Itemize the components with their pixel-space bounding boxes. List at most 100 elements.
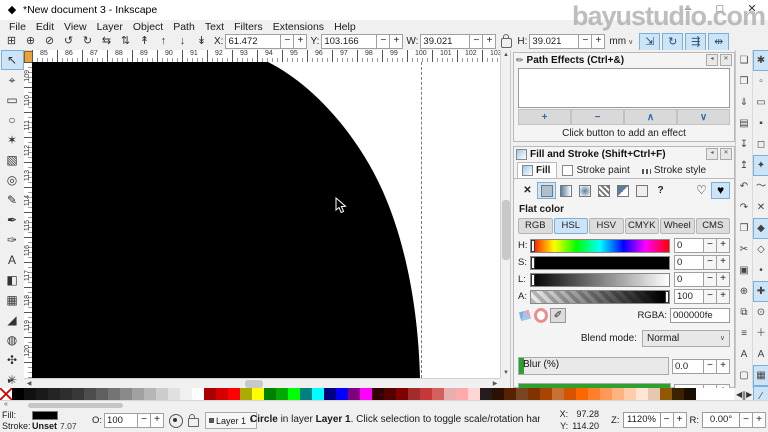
palette-swatch[interactable] [300,388,312,400]
palette-swatch[interactable] [636,388,648,400]
pencil-tool[interactable]: ✎ [1,190,24,210]
w-plus-button[interactable]: + [483,34,496,49]
move-effect-down-button[interactable]: ∨ [677,109,730,125]
snap-grid-toggle[interactable]: ▦ [753,365,768,386]
slider-value[interactable]: 100 [674,289,704,304]
palette-scroll-left-icon[interactable]: ◀ [736,390,742,399]
effect-list[interactable] [518,68,730,108]
palette-scroll-right-icon[interactable]: ▶ [746,390,752,399]
snap-paths-toggle[interactable]: 〜 [753,176,768,197]
snap-nodes-toggle[interactable]: ✦ [753,155,768,176]
selector-tool[interactable]: ↖ [1,50,24,70]
palette-swatch[interactable] [36,388,48,400]
zoom-plus-button[interactable]: + [674,412,687,428]
clone-button[interactable]: ≡ [736,323,753,344]
x-minus-button[interactable]: − [281,34,294,49]
text-dialog-button[interactable]: A [736,344,753,365]
palette-swatch[interactable] [372,388,384,400]
menu-item[interactable]: Path [168,21,200,33]
save-document-button[interactable]: ⇓ [736,92,753,113]
slider-value[interactable]: 0 [674,238,704,253]
lower-to-bottom-button[interactable]: ↡ [192,34,211,49]
menu-item[interactable]: Extensions [268,21,329,33]
title-bar[interactable]: ◆ *New document 3 - Inkscape –□✕ [0,0,768,21]
slider-minus-button[interactable]: − [704,238,717,253]
open-document-button[interactable]: ❒ [736,71,753,92]
palette-swatch[interactable] [432,388,444,400]
palette-swatch[interactable] [672,388,684,400]
snap-rotation-centers-toggle[interactable]: ＋ [753,323,768,344]
lock-ratio-icon[interactable] [501,38,512,48]
palette-swatch[interactable] [252,388,264,400]
deselect-button[interactable]: ⊘ [40,34,59,49]
tab-stroke-paint[interactable]: Stroke paint [557,162,636,178]
export-button[interactable]: ↥ [736,155,753,176]
menu-item[interactable]: Layer [92,21,128,33]
menu-item[interactable]: Filters [229,21,268,33]
tab-wheel[interactable]: Wheel [660,218,695,234]
palette-swatch[interactable] [480,388,492,400]
palette-swatch[interactable] [108,388,120,400]
snap-bbox-corners-toggle[interactable]: ▪ [753,113,768,134]
palette-swatch[interactable] [564,388,576,400]
blur-slider[interactable]: Blur (%) [518,357,669,375]
rotation-minus-button[interactable]: − [740,412,753,428]
palette-swatch[interactable] [216,388,228,400]
redo-button[interactable]: ↷ [736,197,753,218]
palette-swatch[interactable] [648,388,660,400]
rotation-plus-button[interactable]: + [753,412,766,428]
blur-value[interactable]: 0.0 [672,359,704,374]
palette-swatch[interactable] [228,388,240,400]
x-plus-button[interactable]: + [294,34,307,49]
color-managed-icon[interactable] [518,309,532,322]
close-button[interactable]: ✕ [736,0,768,19]
tweak-tool[interactable]: ✣ [1,350,24,370]
dock-close-button[interactable]: ✕ [720,148,732,160]
out-of-gamut-icon[interactable] [534,309,548,322]
snap-text-toggle[interactable]: A [753,344,768,365]
paint-bucket-tool[interactable]: ◍ [1,330,24,350]
palette-swatch[interactable] [12,388,24,400]
horizontal-scroll-thumb[interactable] [245,380,263,388]
dock-close-button[interactable]: ✕ [720,54,732,66]
path-effects-header[interactable]: ✏ Path Effects (Ctrl+&) ◂✕ [514,53,734,67]
flip-horizontal-button[interactable]: ⇆ [97,34,116,49]
rgba-input[interactable]: 000000fe [670,308,730,323]
slider-minus-button[interactable]: − [704,272,717,287]
palette-swatch[interactable] [360,388,372,400]
zoom-input[interactable]: 1120% [623,412,661,428]
text-tool[interactable]: A [1,250,24,270]
palette-swatch[interactable] [24,388,36,400]
palette-swatch[interactable] [348,388,360,400]
rotate-cw-button[interactable]: ↻ [78,34,97,49]
menu-item[interactable]: Edit [31,21,59,33]
enable-snapping-toggle[interactable]: ✱ [753,50,768,71]
snap-midpoints-toggle[interactable]: • [753,260,768,281]
palette-swatch[interactable] [204,388,216,400]
slider-plus-button[interactable]: + [717,238,730,253]
palette-swatch[interactable] [504,388,516,400]
palette-swatch[interactable] [288,388,300,400]
palette-swatch[interactable] [156,388,168,400]
raise-to-top-button[interactable]: ↟ [135,34,154,49]
h-minus-button[interactable]: − [579,34,592,49]
slider-plus-button[interactable]: + [717,255,730,270]
palette-scroll-thumb[interactable] [28,403,123,408]
scroll-left-icon[interactable]: « [4,401,8,408]
fill-rule-nonzero-button[interactable]: ♥ [711,182,730,199]
fill-stroke-indicator[interactable]: Fill: Stroke: Unset 7.07 [2,410,77,432]
import-button[interactable]: ↧ [736,134,753,155]
scale-stroke-toggle[interactable]: ⇲ [639,33,660,51]
paint-pattern-button[interactable] [594,182,613,199]
palette-swatch[interactable] [144,388,156,400]
snap-bbox-toggle[interactable]: ▫ [753,71,768,92]
add-effect-button[interactable]: + [518,109,571,125]
palette-swatch[interactable] [588,388,600,400]
y-plus-button[interactable]: + [390,34,403,49]
paint-none-button[interactable]: ✕ [518,182,537,199]
slider-plus-button[interactable]: + [717,289,730,304]
remove-effect-button[interactable]: − [571,109,624,125]
paint-unknown-button[interactable] [632,182,651,199]
palette-swatch[interactable] [264,388,276,400]
print-button[interactable]: ▤ [736,113,753,134]
